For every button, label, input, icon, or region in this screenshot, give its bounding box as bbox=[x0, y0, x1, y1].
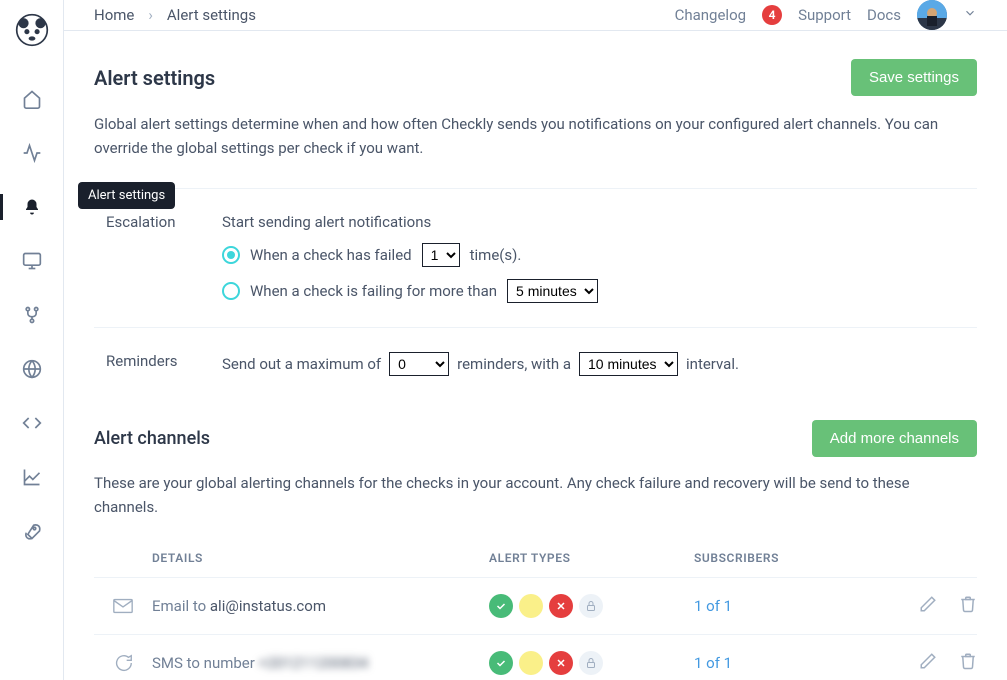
breadcrumb-sep: › bbox=[148, 6, 153, 24]
row-subscribers[interactable]: 1 of 1 bbox=[694, 654, 887, 672]
breadcrumb: Home › Alert settings bbox=[94, 6, 256, 24]
nav-chart[interactable] bbox=[0, 450, 64, 504]
alert-type-success-icon bbox=[489, 651, 513, 675]
col-types-header: ALERT TYPES bbox=[489, 551, 694, 565]
alert-type-warning-icon bbox=[519, 594, 543, 618]
logo[interactable] bbox=[14, 12, 50, 48]
reminders-interval-select[interactable]: 10 minutes bbox=[579, 352, 678, 376]
reminders-post: interval. bbox=[686, 355, 739, 373]
alert-type-lock-icon bbox=[579, 594, 603, 618]
edit-icon[interactable] bbox=[919, 652, 937, 674]
nav-globe[interactable] bbox=[0, 342, 64, 396]
col-subs-header: SUBSCRIBERS bbox=[694, 551, 887, 565]
channel-row: SMS to number +201211200834 1 of 1 bbox=[94, 634, 977, 680]
alert-type-lock-icon bbox=[579, 651, 603, 675]
escalation-times-select[interactable]: 1 bbox=[422, 243, 460, 267]
alert-type-warning-icon bbox=[519, 651, 543, 675]
channels-title: Alert channels bbox=[94, 428, 210, 449]
nav-home[interactable] bbox=[0, 72, 64, 126]
nav-activity[interactable] bbox=[0, 126, 64, 180]
escalation-intro: Start sending alert notifications bbox=[222, 213, 977, 231]
breadcrumb-current: Alert settings bbox=[167, 6, 256, 24]
support-link[interactable]: Support bbox=[798, 6, 851, 24]
reminders-mid: reminders, with a bbox=[457, 355, 571, 373]
nav-git[interactable] bbox=[0, 288, 64, 342]
edit-icon[interactable] bbox=[919, 595, 937, 617]
escalation-radio-duration[interactable] bbox=[222, 282, 240, 300]
nav-monitor[interactable] bbox=[0, 234, 64, 288]
avatar[interactable] bbox=[917, 0, 947, 30]
delete-icon[interactable] bbox=[959, 595, 977, 617]
channel-row: Email to ali@instatus.com 1 of 1 bbox=[94, 577, 977, 634]
alert-type-error-icon bbox=[549, 594, 573, 618]
sidebar: Alert settings bbox=[0, 0, 64, 680]
escalation-opt1-pre: When a check has failed bbox=[250, 246, 412, 264]
alert-type-success-icon bbox=[489, 594, 513, 618]
sms-icon bbox=[94, 652, 152, 674]
email-icon bbox=[94, 595, 152, 617]
topbar: Home › Alert settings Changelog 4 Suppor… bbox=[64, 0, 1007, 31]
escalation-label: Escalation bbox=[94, 213, 222, 303]
docs-link[interactable]: Docs bbox=[867, 6, 901, 24]
reminders-pre: Send out a maximum of bbox=[222, 355, 381, 373]
breadcrumb-home[interactable]: Home bbox=[94, 6, 134, 24]
escalation-opt2-pre: When a check is failing for more than bbox=[250, 282, 497, 300]
row-value: ali@instatus.com bbox=[210, 597, 326, 615]
row-prefix: SMS to number bbox=[152, 654, 259, 672]
nav-rocket[interactable] bbox=[0, 504, 64, 558]
page-title: Alert settings bbox=[94, 66, 215, 90]
page-description: Global alert settings determine when and… bbox=[94, 112, 977, 160]
nav-code[interactable] bbox=[0, 396, 64, 450]
escalation-opt1-post: time(s). bbox=[470, 246, 522, 264]
add-channels-button[interactable]: Add more channels bbox=[812, 420, 977, 457]
reminders-count-select[interactable]: 0 bbox=[389, 352, 449, 376]
escalation-duration-select[interactable]: 5 minutes bbox=[507, 279, 598, 303]
reminders-label: Reminders bbox=[94, 352, 222, 376]
channels-description: These are your global alerting channels … bbox=[94, 471, 977, 519]
changelog-link[interactable]: Changelog bbox=[675, 6, 746, 24]
row-prefix: Email to bbox=[152, 597, 210, 615]
save-button[interactable]: Save settings bbox=[851, 59, 977, 96]
escalation-radio-failed[interactable] bbox=[222, 246, 240, 264]
row-value: +201211200834 bbox=[259, 654, 369, 672]
nav-alerts[interactable] bbox=[0, 180, 64, 234]
row-subscribers[interactable]: 1 of 1 bbox=[694, 597, 887, 615]
alert-type-error-icon bbox=[549, 651, 573, 675]
delete-icon[interactable] bbox=[959, 652, 977, 674]
user-menu-chevron[interactable] bbox=[963, 6, 977, 24]
changelog-badge: 4 bbox=[762, 5, 782, 25]
nav-tooltip: Alert settings bbox=[78, 182, 175, 209]
col-details-header: DETAILS bbox=[94, 551, 489, 565]
